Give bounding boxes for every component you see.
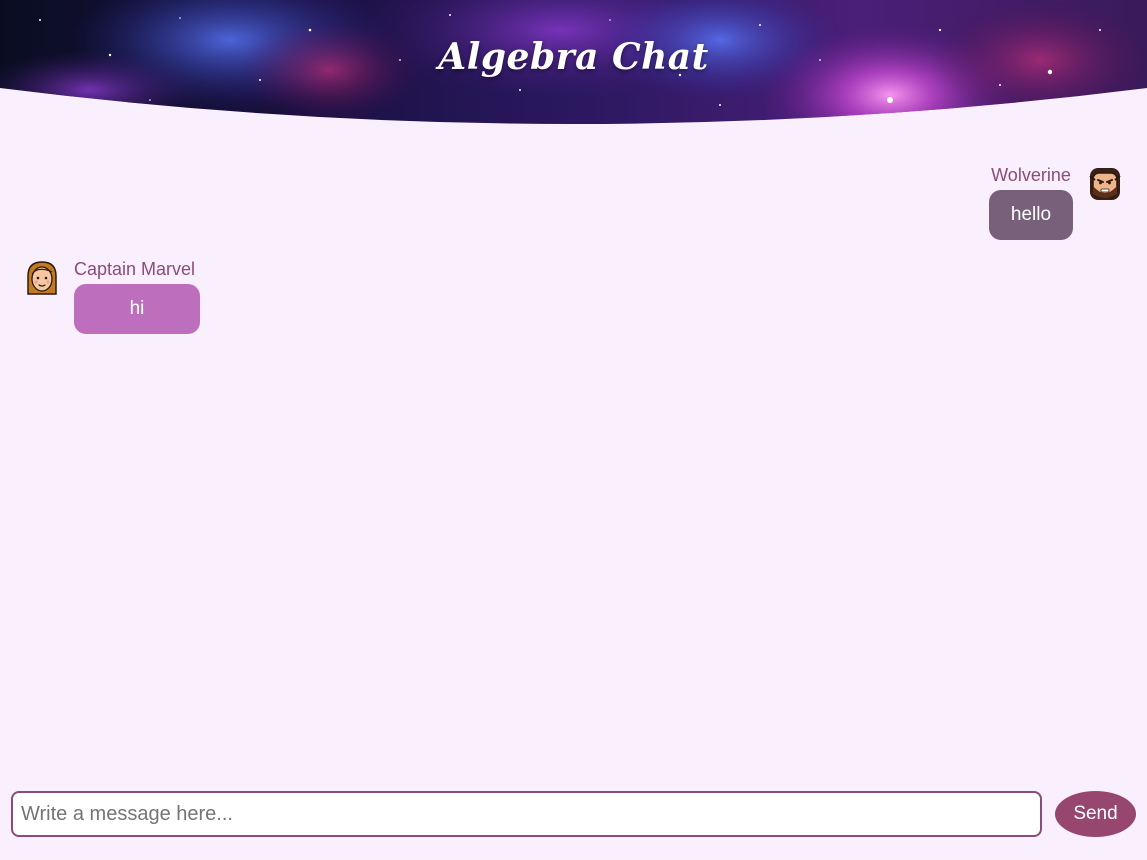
message-bubble: hello [989, 190, 1073, 240]
message-list: Wolverine hello Captain Marvel hi [0, 124, 1147, 784]
captain-marvel-avatar-icon [24, 260, 60, 296]
message-sender: Captain Marvel [74, 259, 196, 279]
send-button[interactable]: Send [1055, 791, 1136, 837]
message-item: Wolverine hello [989, 164, 1123, 240]
app-title: Algebra Chat [438, 36, 709, 78]
message-input[interactable] [11, 791, 1042, 837]
wolverine-avatar-icon [1087, 166, 1123, 202]
message-composer: Send [11, 791, 1137, 839]
message-sender: Wolverine [991, 165, 1071, 185]
chat-app: Algebra Chat Wolverine hello Captain Mar… [0, 0, 1147, 860]
header-banner: Algebra Chat [0, 0, 1147, 124]
message-bubble: hi [74, 284, 200, 334]
message-item: Captain Marvel hi [24, 258, 200, 334]
